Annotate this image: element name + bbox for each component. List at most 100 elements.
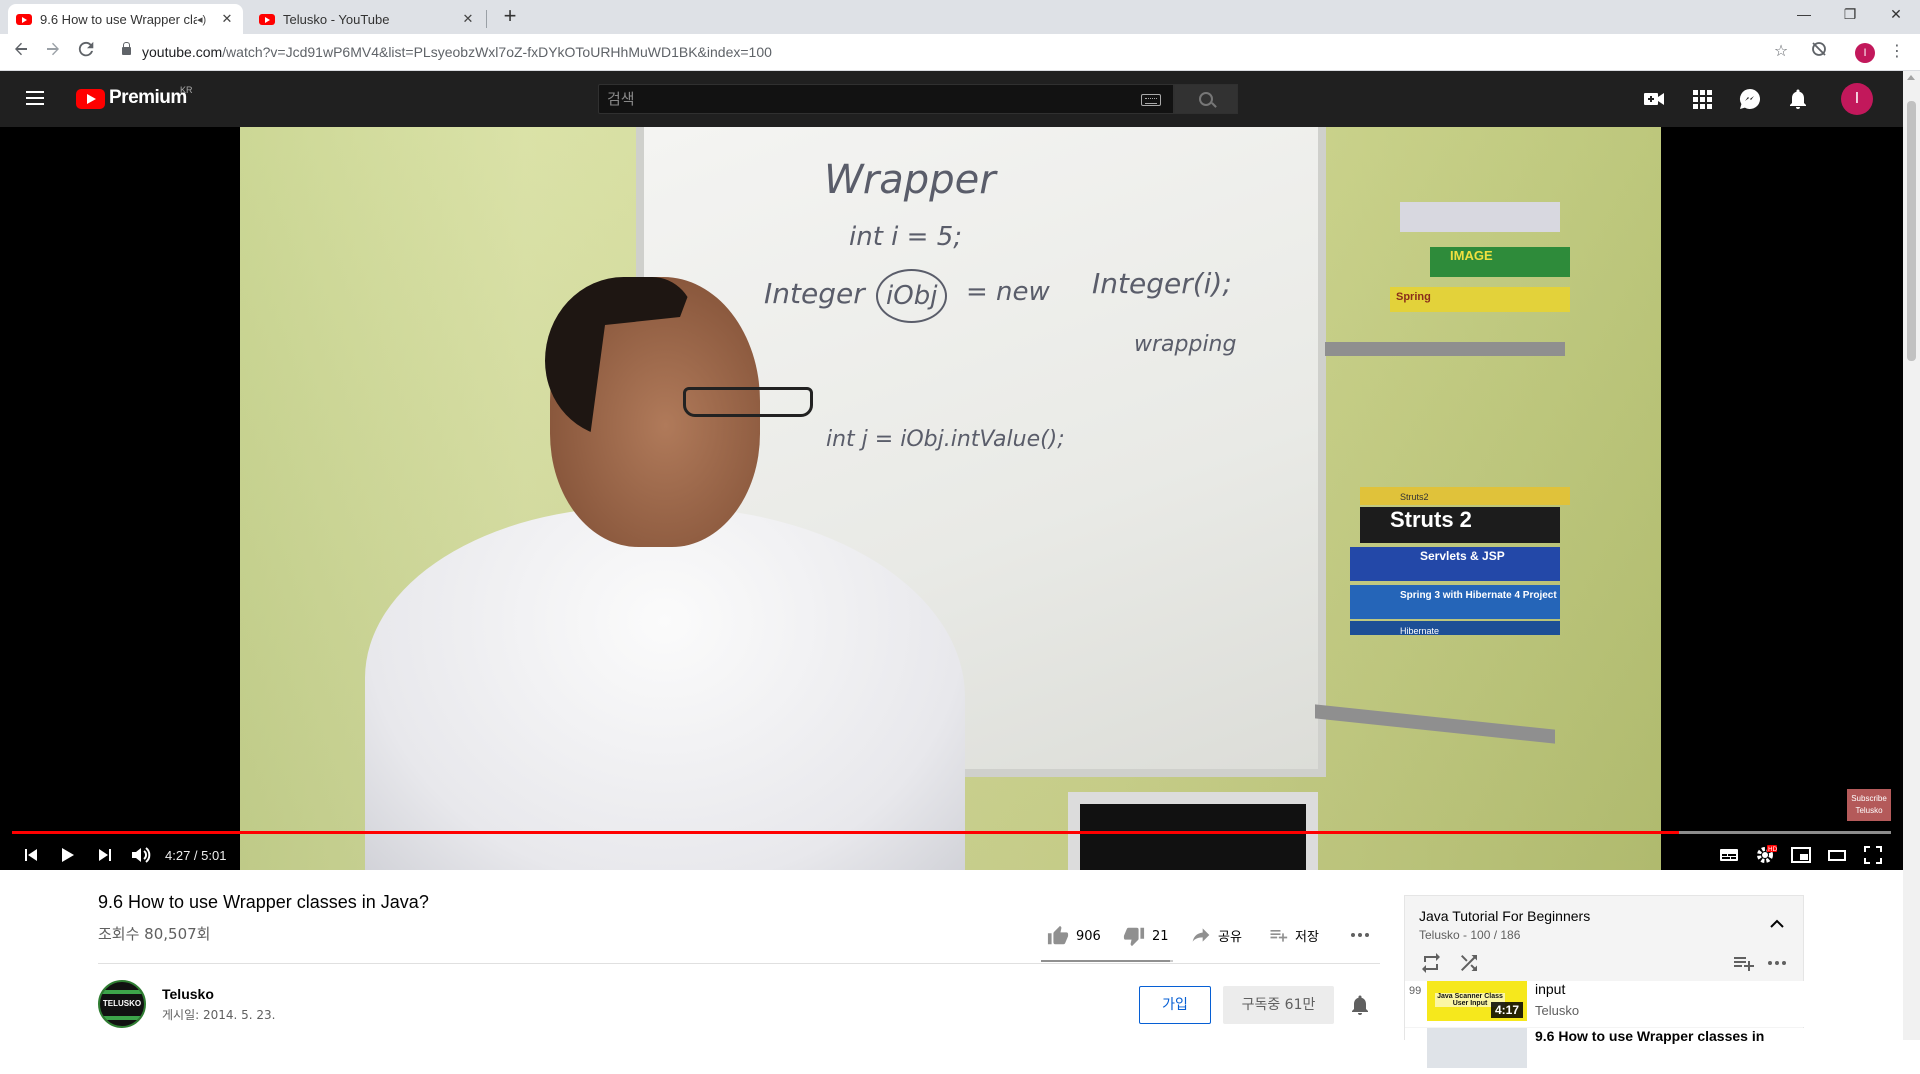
url-text: youtube.com/watch?v=Jcd91wP6MV4&list=PLs… xyxy=(142,44,772,60)
page-scrollbar[interactable] xyxy=(1903,71,1920,1040)
publish-date: 게시일: 2014. 5. 23. xyxy=(162,1008,276,1022)
shuffle-icon[interactable] xyxy=(1457,951,1481,975)
minimize-button[interactable]: — xyxy=(1781,0,1827,30)
subtitles-icon[interactable] xyxy=(1716,842,1742,868)
book-stack xyxy=(1400,202,1560,232)
account-avatar[interactable]: I xyxy=(1841,83,1873,115)
theater-mode-icon[interactable] xyxy=(1824,842,1850,868)
more-horizontal-icon xyxy=(1351,933,1369,937)
speaker-icon[interactable]: ◂) xyxy=(197,13,213,26)
player-controls: 4:27 / 5:01 HD xyxy=(0,839,1903,870)
more-horizontal-icon[interactable] xyxy=(1765,951,1789,975)
youtube-logo-icon[interactable] xyxy=(76,89,105,109)
chevron-up-icon[interactable] xyxy=(1767,914,1787,934)
sync-off-icon[interactable] xyxy=(1808,41,1830,63)
scrollbar-thumb[interactable] xyxy=(1907,101,1916,361)
lock-icon xyxy=(122,42,131,56)
book-spine: Struts2 xyxy=(1360,487,1570,505)
whiteboard-line: Integer(i); xyxy=(1092,267,1232,300)
playlist-item-thumbnail[interactable] xyxy=(1427,1028,1527,1068)
video-frame[interactable]: Wrapper int i = 5; Integer iObj = new In… xyxy=(240,127,1661,870)
scroll-up-arrow-icon[interactable] xyxy=(1907,75,1915,80)
fullscreen-icon[interactable] xyxy=(1860,842,1886,868)
region-code: KR xyxy=(180,85,193,95)
view-count: 조회수 80,507회 xyxy=(98,925,211,943)
guide-menu-icon[interactable] xyxy=(26,91,44,105)
address-bar[interactable]: youtube.com/watch?v=Jcd91wP6MV4&list=PLs… xyxy=(112,38,1812,66)
playlist-item[interactable]: 99 Java Scanner Class User Input 4:17 in… xyxy=(1405,981,1805,1027)
messages-icon[interactable] xyxy=(1738,87,1762,111)
presenter xyxy=(365,277,965,870)
share-label: 공유 xyxy=(1218,929,1242,945)
whiteboard-line: Wrapper xyxy=(824,157,996,203)
miniplayer-icon[interactable] xyxy=(1788,842,1814,868)
join-button[interactable]: 가입 xyxy=(1139,986,1211,1024)
forward-button[interactable] xyxy=(41,40,65,64)
book-spine: Spring xyxy=(1390,287,1570,312)
search-input[interactable] xyxy=(599,85,1119,113)
browser-toolbar: youtube.com/watch?v=Jcd91wP6MV4&list=PLs… xyxy=(0,34,1920,71)
loop-icon[interactable] xyxy=(1419,951,1443,975)
divider xyxy=(98,963,1380,964)
play-icon[interactable] xyxy=(54,842,80,868)
more-actions-button[interactable] xyxy=(1348,923,1379,947)
restore-button[interactable]: ❐ xyxy=(1827,0,1873,30)
save-button[interactable]: 저장 xyxy=(1268,925,1319,945)
brand-premium[interactable]: Premium xyxy=(109,87,187,109)
back-button[interactable] xyxy=(9,40,33,64)
progress-bar[interactable] xyxy=(12,831,1891,834)
search-button[interactable] xyxy=(1174,84,1238,114)
video-player[interactable]: Wrapper int i = 5; Integer iObj = new In… xyxy=(0,127,1903,870)
tab-active-video[interactable]: 9.6 How to use Wrapper cla ◂) ✕ xyxy=(8,4,243,34)
window-close-button[interactable]: ✕ xyxy=(1873,0,1919,30)
like-button[interactable]: 906 xyxy=(1047,925,1101,947)
book-spine: Hibernate xyxy=(1350,621,1560,636)
progress-played xyxy=(12,831,1679,834)
video-title: 9.6 How to use Wrapper classes in Java? xyxy=(98,892,429,912)
bookmark-star-icon[interactable]: ☆ xyxy=(1770,41,1792,63)
close-icon[interactable]: ✕ xyxy=(219,11,235,27)
volume-icon[interactable] xyxy=(128,842,154,868)
keyboard-icon[interactable] xyxy=(1141,94,1161,106)
subscribe-watermark[interactable]: Subscribe Telusko xyxy=(1847,789,1891,821)
arrow-left-icon xyxy=(15,42,27,56)
svg-text:HD: HD xyxy=(1768,846,1778,853)
channel-name[interactable]: Telusko xyxy=(162,986,214,1002)
subscribed-button[interactable]: 구독중 61만 xyxy=(1223,986,1334,1024)
browser-profile-avatar[interactable]: I xyxy=(1855,43,1875,63)
whiteboard-line: = new xyxy=(966,277,1050,307)
next-icon[interactable] xyxy=(92,842,118,868)
tab-telusko-channel[interactable]: Telusko - YouTube ✕ xyxy=(251,4,484,34)
share-arrow-icon xyxy=(1192,928,1210,942)
youtube-favicon-icon xyxy=(259,13,275,25)
whiteboard-line: int i = 5; xyxy=(849,222,963,252)
playlist-item-thumbnail[interactable]: Java Scanner Class User Input 4:17 xyxy=(1427,981,1527,1021)
create-video-icon[interactable] xyxy=(1642,87,1666,111)
playlist-title[interactable]: Java Tutorial For Beginners xyxy=(1419,908,1590,924)
tab-divider xyxy=(486,10,487,28)
arrow-right-icon xyxy=(47,42,59,56)
new-tab-button[interactable]: + xyxy=(498,5,522,29)
reload-button[interactable] xyxy=(74,40,98,64)
book-spine: Spring 3 with Hibernate 4 Project xyxy=(1350,585,1560,619)
notification-bell-icon[interactable] xyxy=(1348,993,1372,1017)
close-icon[interactable]: ✕ xyxy=(460,11,476,27)
previous-icon[interactable] xyxy=(18,842,44,868)
notifications-bell-icon[interactable] xyxy=(1786,87,1810,111)
playlist-item[interactable]: 9.6 How to use Wrapper classes in xyxy=(1405,1028,1805,1074)
share-button[interactable]: 공유 xyxy=(1191,925,1242,945)
dislike-button[interactable]: 21 xyxy=(1123,925,1169,947)
channel-avatar[interactable]: TELUSKO xyxy=(98,980,146,1028)
sentiment-bar xyxy=(1041,960,1173,962)
apps-grid-icon[interactable] xyxy=(1690,87,1714,111)
reload-icon xyxy=(78,41,94,57)
whiteboard-line: wrapping xyxy=(1134,332,1237,357)
time-display: 4:27 / 5:01 xyxy=(165,848,227,863)
dislike-count: 21 xyxy=(1152,928,1169,944)
settings-gear-icon[interactable]: HD xyxy=(1752,842,1778,868)
playlist-add-icon[interactable] xyxy=(1731,951,1755,975)
menu-kebab-icon[interactable]: ⋮ xyxy=(1886,41,1908,63)
shelf xyxy=(1325,342,1565,356)
playlist-item-title: 9.6 How to use Wrapper classes in xyxy=(1535,1028,1765,1044)
playlist-item-channel: Telusko xyxy=(1535,1003,1580,1018)
